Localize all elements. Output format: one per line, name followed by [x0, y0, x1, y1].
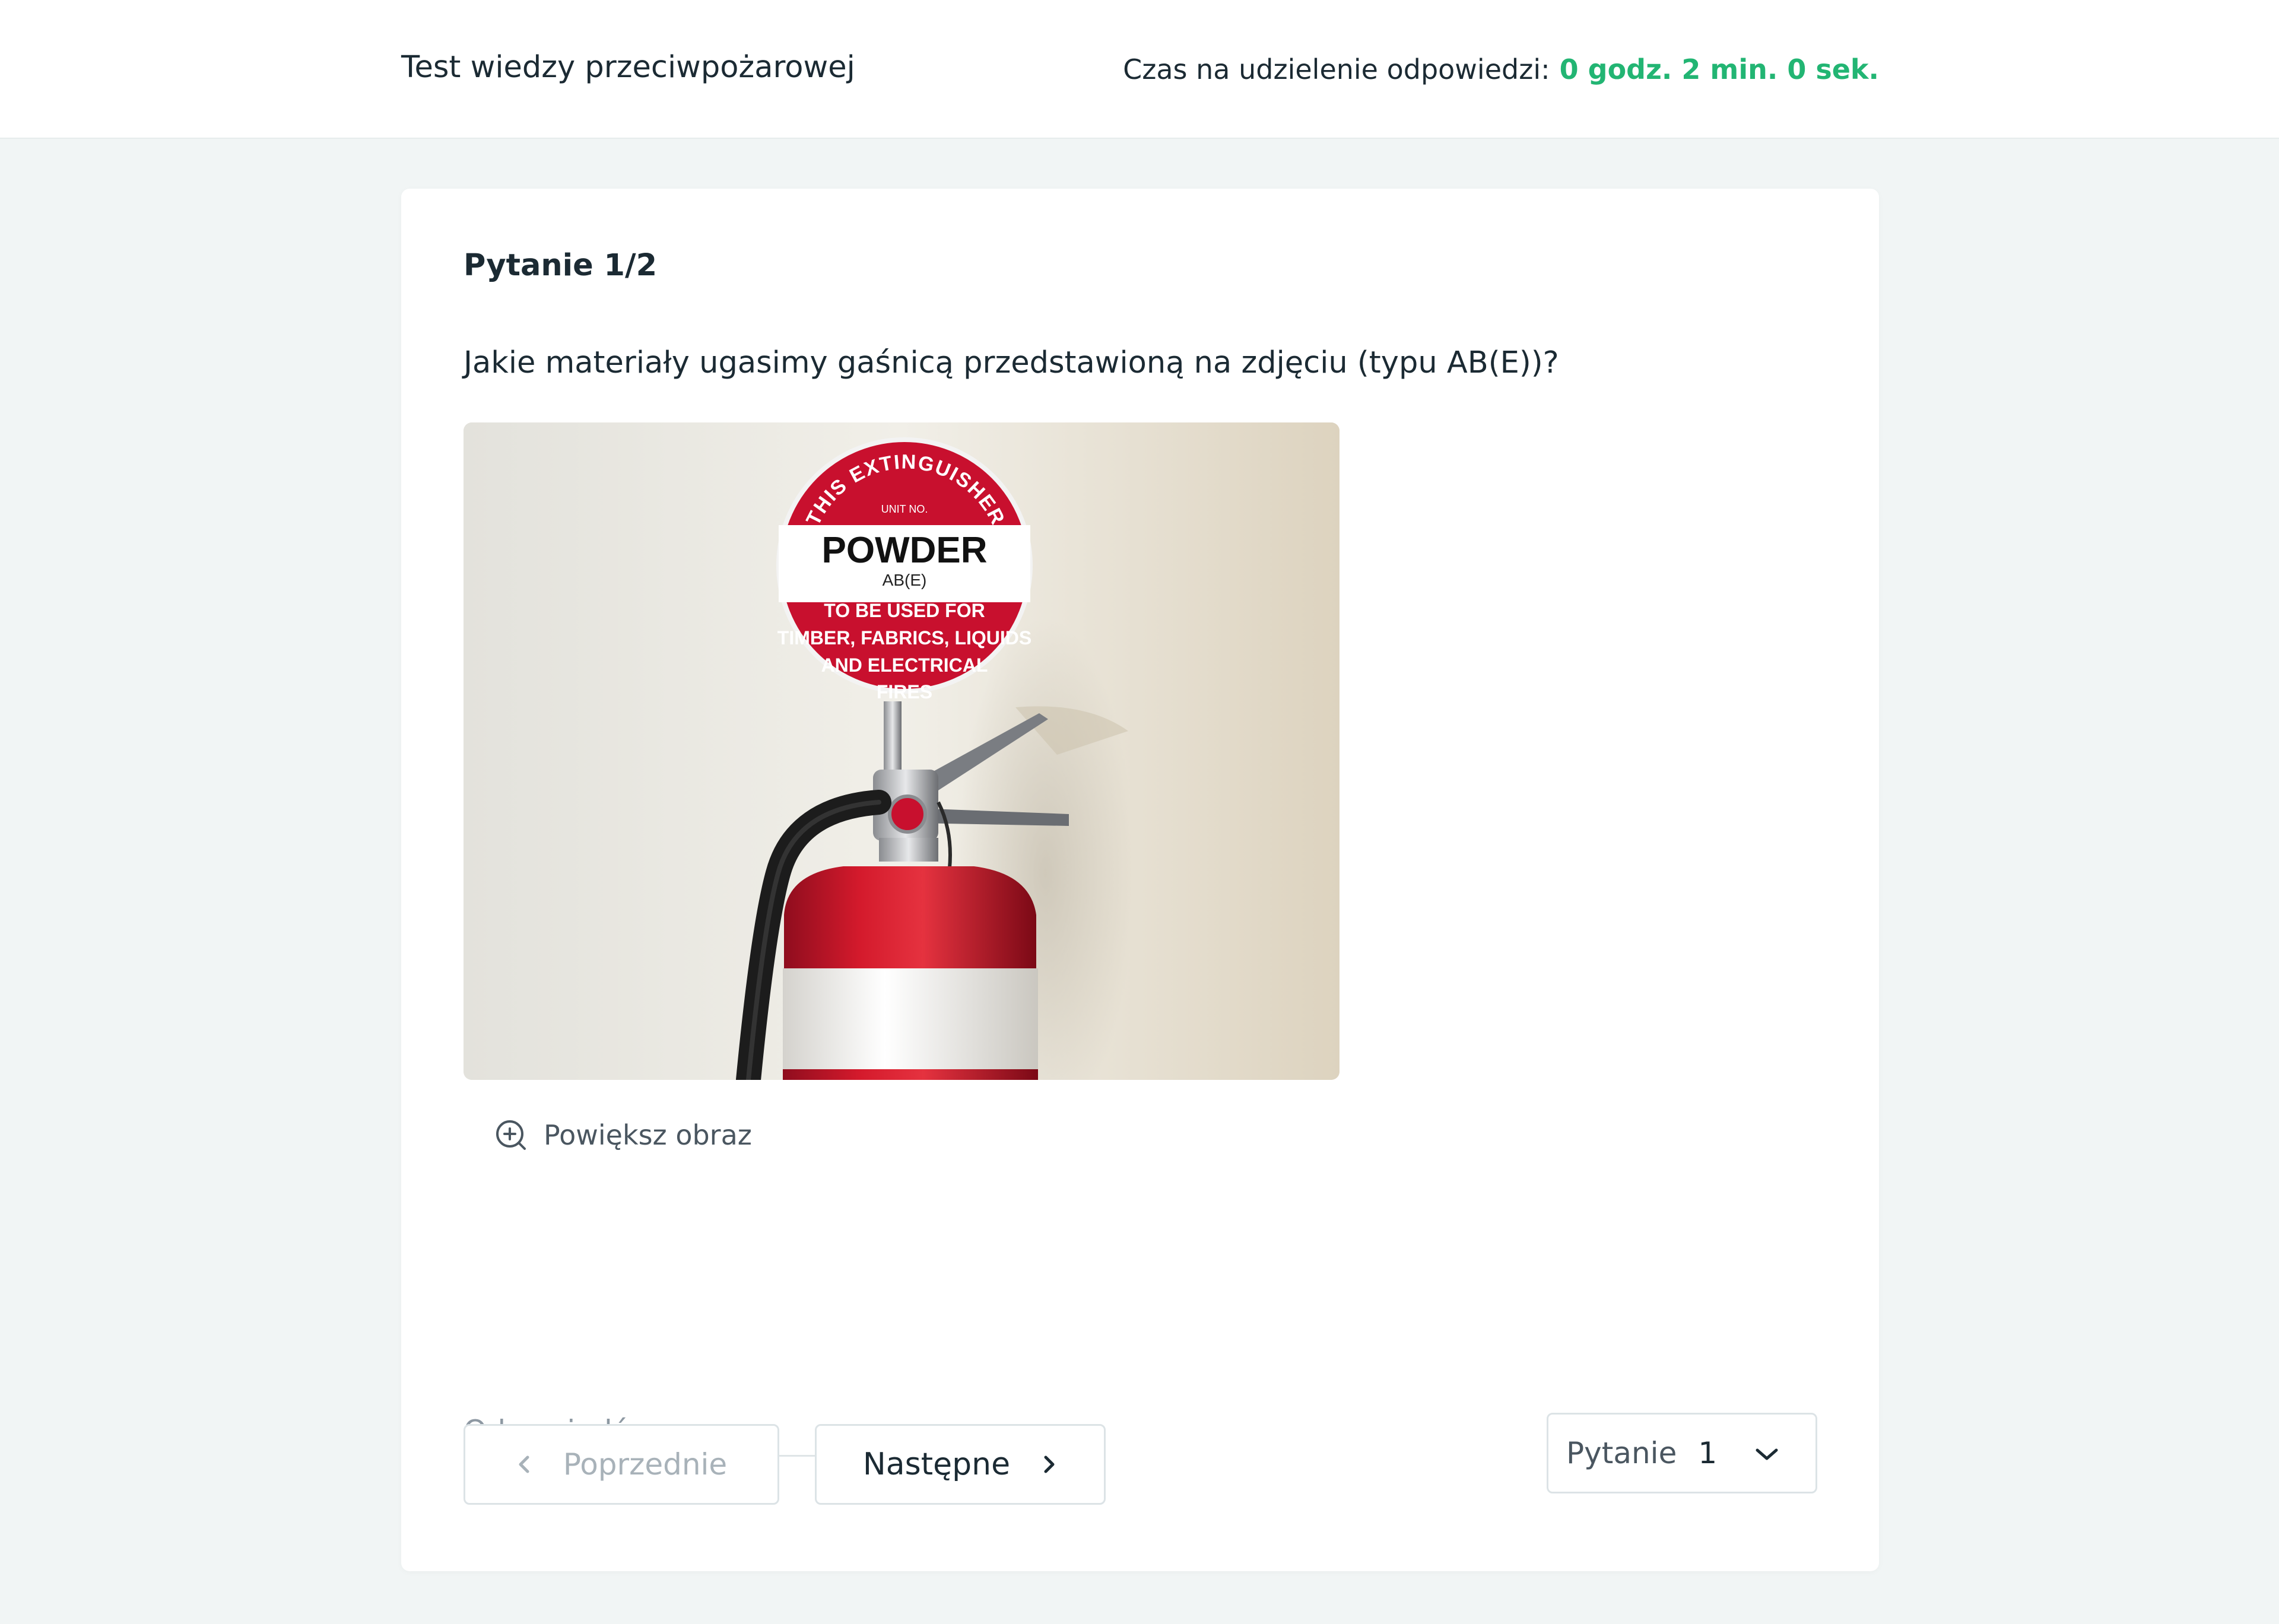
question-select-label: Pytanie: [1566, 1436, 1677, 1470]
answer-timer: Czas na udzielenie odpowiedzi: 0 godz. 2…: [1123, 53, 1879, 85]
sign-powder-text: POWDER: [822, 530, 988, 571]
question-image[interactable]: THIS EXTINGUISHER UNIT NO. POWDER AB(E) …: [464, 422, 1340, 1080]
zoom-label: Powiększ obraz: [544, 1119, 752, 1151]
next-button[interactable]: Następne: [815, 1424, 1106, 1505]
previous-label: Poprzednie: [563, 1447, 728, 1482]
question-counter: Pytanie 1/2: [464, 248, 658, 283]
sign-class-text: AB(E): [883, 571, 927, 589]
chevron-left-icon: [516, 1453, 532, 1476]
sign-unit-text: UNIT NO.: [881, 503, 928, 515]
question-select[interactable]: Pytanie 1: [1547, 1413, 1817, 1493]
top-bar: Test wiedzy przeciwpożarowej Czas na udz…: [0, 0, 2279, 139]
chevron-down-icon: [1754, 1445, 1780, 1466]
sign-use-line-4: FIRES: [877, 681, 932, 703]
question-card: Pytanie 1/2 Jakie materiały ugasimy gaśn…: [401, 189, 1879, 1571]
next-label: Następne: [862, 1447, 1011, 1482]
sign-use-line-3: AND ELECTRICAL: [821, 654, 988, 676]
timer-value: 0 godz. 2 min. 0 sek.: [1559, 53, 1879, 85]
sign-use-line-2: TIMBER, FABRICS, LIQUIDS: [777, 627, 1031, 649]
question-text: Jakie materiały ugasimy gaśnicą przedsta…: [464, 345, 1559, 380]
sign-use-line-1: TO BE USED FOR: [824, 600, 985, 621]
zoom-in-icon: [494, 1118, 528, 1152]
previous-button[interactable]: Poprzednie: [464, 1424, 779, 1505]
question-select-value: 1: [1698, 1436, 1718, 1470]
zoom-image-button[interactable]: Powiększ obraz: [494, 1118, 752, 1152]
timer-label: Czas na udzielenie odpowiedzi:: [1123, 53, 1550, 85]
quiz-title: Test wiedzy przeciwpożarowej: [401, 50, 855, 85]
chevron-right-icon: [1041, 1453, 1058, 1476]
